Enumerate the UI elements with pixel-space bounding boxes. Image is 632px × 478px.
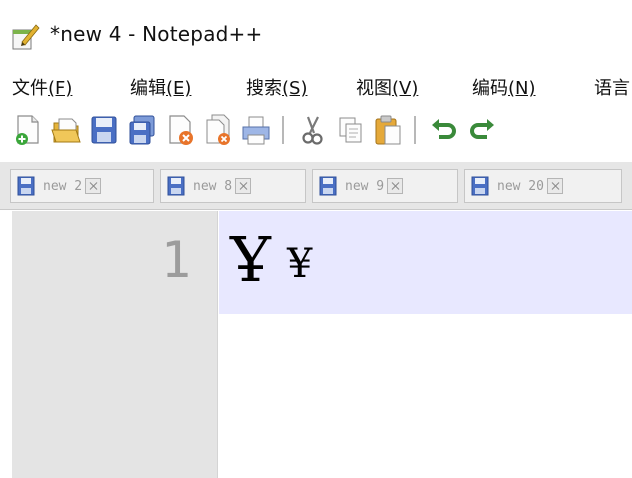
copy-icon[interactable]: [334, 113, 366, 147]
menu-view-accel: (V): [392, 78, 419, 99]
menu-language-label: 语言: [594, 78, 630, 99]
tab-label: new 8: [193, 178, 233, 194]
menu-encoding-label: 编码: [472, 78, 508, 99]
tab-new-2[interactable]: new 2: [10, 169, 154, 203]
tab-label: new 20: [497, 178, 544, 194]
new-file-icon[interactable]: [12, 113, 44, 147]
save-icon[interactable]: [88, 113, 120, 147]
unsaved-disk-icon: [17, 176, 35, 196]
menu-search-accel: (S): [282, 78, 308, 99]
menu-bar: 文件(F) 编辑(E) 搜索(S) 视图(V) 编码(N) 语言: [0, 66, 632, 106]
title-bar: *new 4 - Notepad++: [0, 0, 632, 66]
undo-icon[interactable]: [428, 113, 460, 147]
menu-file[interactable]: 文件(F): [12, 74, 72, 100]
menu-language[interactable]: 语言: [594, 74, 630, 100]
menu-file-label: 文件: [12, 78, 48, 99]
unsaved-disk-icon: [319, 176, 337, 196]
paste-icon[interactable]: [372, 113, 404, 147]
menu-file-accel: (F): [48, 78, 73, 99]
open-file-icon[interactable]: [50, 113, 82, 147]
window-title: *new 4 - Notepad++: [50, 22, 263, 46]
cut-icon[interactable]: [296, 113, 328, 147]
editor-line-text[interactable]: Ұ ¥: [230, 223, 312, 296]
tab-close-icon[interactable]: [546, 178, 563, 194]
redo-icon[interactable]: [466, 113, 498, 147]
menu-view-label: 视图: [356, 78, 392, 99]
close-all-icon[interactable]: [202, 113, 234, 147]
toolbar: [0, 106, 632, 156]
tab-bar: new 2 new 8 new 9 new 20: [0, 162, 632, 210]
menu-search[interactable]: 搜索(S): [246, 74, 307, 100]
toolbar-separator: [414, 116, 416, 144]
tab-close-icon[interactable]: [85, 178, 102, 194]
toolbar-separator: [282, 116, 284, 144]
save-all-icon[interactable]: [126, 113, 158, 147]
yen-char-small: ¥: [286, 241, 313, 287]
close-icon[interactable]: [164, 113, 196, 147]
unsaved-disk-icon: [167, 176, 185, 196]
menu-edit-label: 编辑: [130, 78, 166, 99]
print-icon[interactable]: [240, 113, 272, 147]
line-number-gutter: 1: [12, 211, 218, 478]
tab-new-9[interactable]: new 9: [312, 169, 458, 203]
notepad-pencil-icon: [12, 24, 40, 50]
tab-label: new 9: [345, 178, 385, 194]
menu-edit[interactable]: 编辑(E): [130, 74, 191, 100]
menu-edit-accel: (E): [166, 78, 192, 99]
menu-view[interactable]: 视图(V): [356, 74, 418, 100]
tab-label: new 2: [43, 178, 83, 194]
tab-close-icon[interactable]: [387, 178, 404, 194]
menu-encoding-accel: (N): [508, 78, 536, 99]
line-number: 1: [160, 231, 191, 289]
unsaved-disk-icon: [471, 176, 489, 196]
menu-encoding[interactable]: 编码(N): [472, 74, 536, 100]
tab-close-icon[interactable]: [235, 178, 252, 194]
tab-new-8[interactable]: new 8: [160, 169, 306, 203]
yen-char-large: Ұ: [230, 223, 271, 296]
tab-new-20[interactable]: new 20: [464, 169, 622, 203]
editor-area[interactable]: 1 Ұ ¥: [0, 211, 632, 478]
menu-search-label: 搜索: [246, 78, 282, 99]
